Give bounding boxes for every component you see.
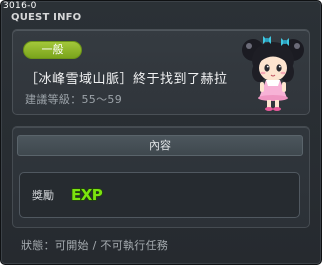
quest-category-badge: 一般: [23, 41, 82, 59]
exp-icon-text: EXP: [71, 186, 103, 204]
npc-portrait-icon: [242, 36, 304, 111]
reward-label: 獎勵: [32, 189, 54, 202]
quest-name: ［冰峰雪域山脈］終于找到了赫拉: [25, 72, 228, 87]
content-section-header: 內容: [17, 135, 303, 156]
quest-recommended-level: 建議等級：55～59: [25, 93, 122, 106]
exp-icon: EXP: [70, 185, 104, 204]
window-version: 3016-0: [3, 1, 37, 11]
reward-box: 獎勵 EXP: [19, 172, 300, 218]
quest-status: 狀態：可開始 / 不可執行任務: [21, 239, 169, 252]
quest-content-panel: 內容 獎勵 EXP: [12, 126, 310, 228]
quest-info-window: 3016-0 QUEST INFO 一般 ［冰峰雪域山脈］終于找到了赫拉 建議等…: [0, 0, 322, 265]
quest-summary-panel: 一般 ［冰峰雪域山脈］終于找到了赫拉 建議等級：55～59: [12, 29, 310, 115]
window-title: QUEST INFO: [11, 12, 82, 23]
